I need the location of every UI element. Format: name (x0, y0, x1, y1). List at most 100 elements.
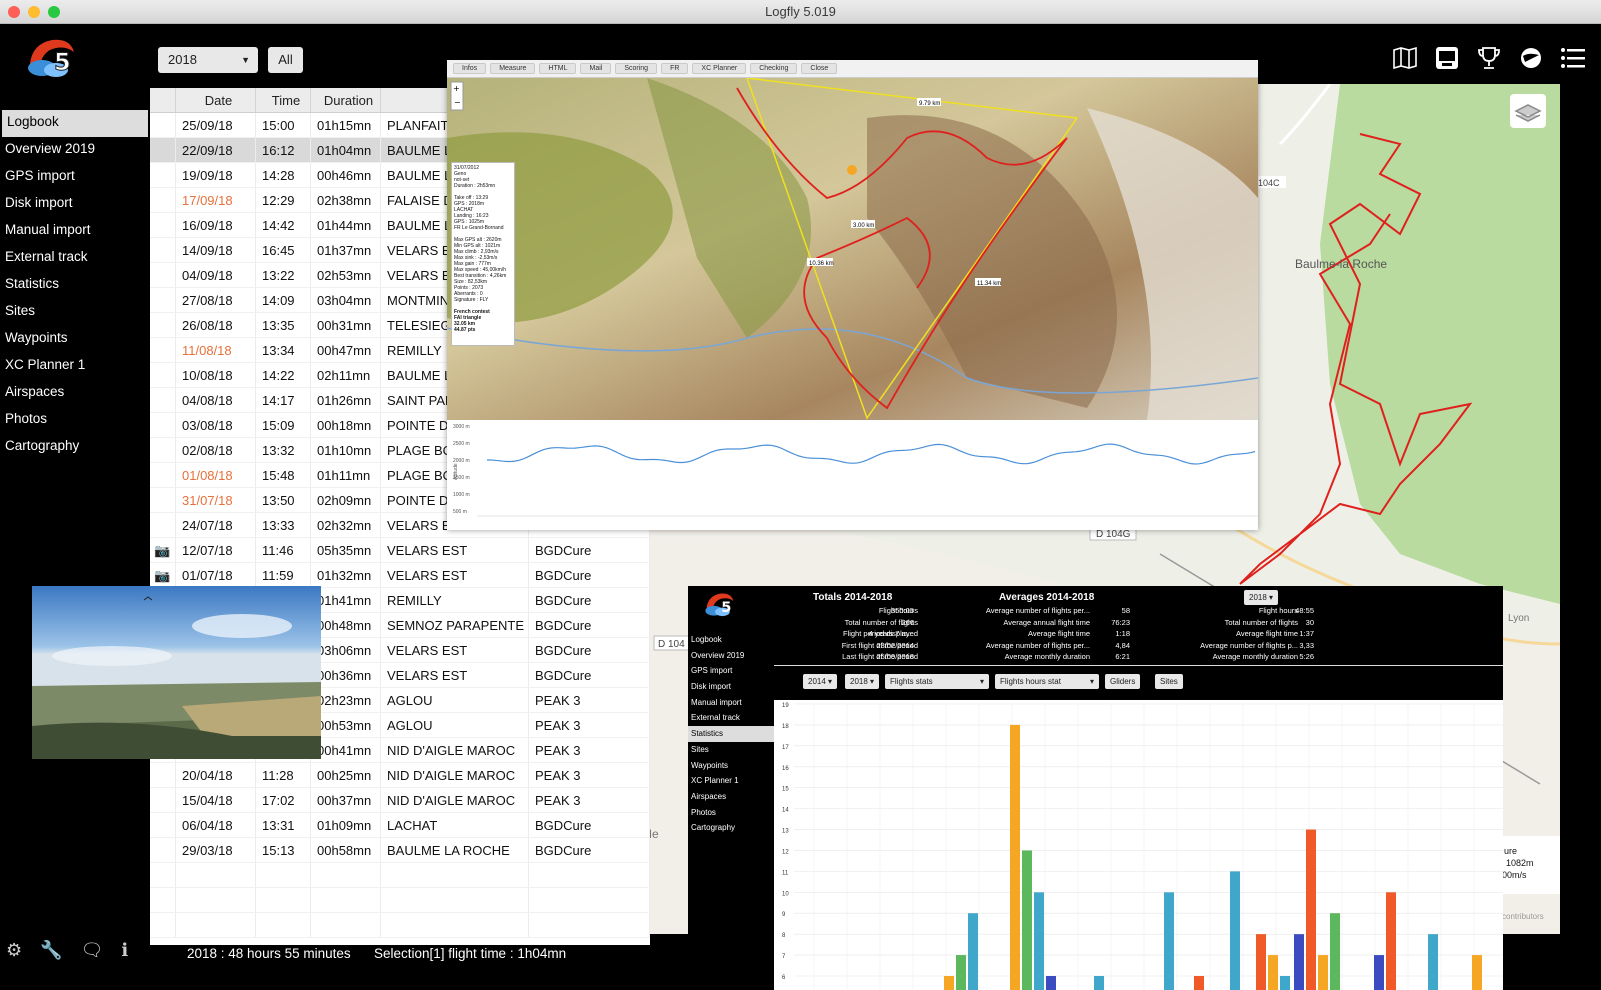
stats-sidebar-item[interactable]: Disk import (688, 679, 776, 695)
stats-sidebar-item[interactable]: Sites (688, 742, 776, 758)
globe-icon[interactable] (1517, 44, 1545, 72)
sites-button[interactable]: Sites (1155, 674, 1183, 689)
settings-icon[interactable]: ⚙ (6, 940, 22, 961)
info-icon[interactable]: ℹ (121, 940, 128, 961)
sidebar-item-logbook[interactable]: Logbook (2, 110, 148, 137)
scoring-button[interactable]: Scoring (615, 63, 658, 74)
sidebar-item-waypoints[interactable]: Waypoints (0, 326, 150, 353)
col-header-duration[interactable]: Duration (311, 88, 381, 112)
stats-sidebar-item[interactable]: Manual import (688, 695, 776, 711)
chart-bar[interactable] (944, 976, 954, 990)
table-row[interactable]: 20/04/18 11:28 00h25mn NID D'AIGLE MAROC PEA… (150, 763, 650, 788)
sidebar-item-overview[interactable]: Overview 2019 (0, 137, 150, 164)
left-stat-select[interactable]: Flights stats ▾ (885, 674, 989, 689)
chart-bar[interactable] (968, 913, 978, 990)
chart-bar[interactable] (1256, 934, 1266, 990)
empty-cell (150, 863, 176, 887)
stats-sidebar-item[interactable]: GPS import (688, 663, 776, 679)
stats-sidebar-item[interactable]: Cartography (688, 820, 776, 836)
html-button[interactable]: HTML (539, 63, 577, 74)
chart-bar[interactable] (1306, 829, 1316, 990)
sidebar-item-gps-import[interactable]: GPS import (0, 164, 150, 191)
chart-bar[interactable] (956, 955, 966, 990)
stats-sidebar-item[interactable]: Waypoints (688, 758, 776, 774)
gps-device-icon[interactable] (1433, 44, 1461, 72)
col-header-photo[interactable] (150, 88, 176, 112)
right-stat-select[interactable]: Flights hours stat ▾ (995, 674, 1099, 689)
flights-chart[interactable]: 19 18 17 16 15 14 13 12 11 10 9 8 7 6 (774, 700, 1503, 990)
chat-icon[interactable]: 🗨 (81, 940, 104, 961)
sidebar-item-cartography[interactable]: Cartography (0, 434, 150, 461)
table-row[interactable]: 📷 01/07/18 11:59 01h32mn VELARS EST BGDCure (150, 563, 650, 588)
chart-bar[interactable] (1010, 724, 1020, 990)
map-label-d104: D 104 (658, 639, 685, 650)
stats-sidebar-item[interactable]: Photos (688, 805, 776, 821)
altitude-profile[interactable]: 3000 m 2500 m 2000 m 1500 m 1000 m 500 m… (447, 420, 1258, 530)
stats-sidebar-item[interactable]: XC Planner 1 (688, 773, 776, 789)
stats-sidebar-item[interactable]: Statistics (688, 726, 776, 742)
chart-bar[interactable] (1046, 976, 1056, 990)
chart-bar[interactable] (1472, 955, 1482, 990)
empty-cell (529, 888, 650, 912)
to-year-select[interactable]: 2018 ▾ (845, 674, 880, 689)
stats-sidebar-item[interactable]: Airspaces (688, 789, 776, 805)
table-row[interactable]: 06/04/18 13:31 01h09mn LACHAT BGDCure (150, 813, 650, 838)
infos-button[interactable]: Infos (453, 63, 487, 74)
table-row[interactable]: 29/03/18 15:13 00h58mn BAULME LA ROCHE BGDCu… (150, 838, 650, 863)
chart-bar[interactable] (1294, 934, 1304, 990)
col-header-date[interactable]: Date (176, 88, 256, 112)
chart-bar[interactable] (1386, 892, 1396, 990)
sidebar: Logbook Overview 2019 GPS import Disk im… (0, 110, 150, 461)
xc-planner-button[interactable]: XC Planner (692, 63, 747, 74)
all-button[interactable]: All (268, 47, 303, 73)
gliders-button[interactable]: Gliders (1105, 674, 1141, 689)
sidebar-item-external-track[interactable]: External track (0, 245, 150, 272)
col-header-time[interactable]: Time (256, 88, 311, 112)
menu-icon[interactable] (1559, 44, 1587, 72)
table-row[interactable]: 📷 12/07/18 11:46 05h35mn VELARS EST BGDCure (150, 538, 650, 563)
zoom-in-icon[interactable]: + (453, 84, 460, 93)
sidebar-item-manual-import[interactable]: Manual import (0, 218, 150, 245)
stats-sidebar-item[interactable]: Overview 2019 (688, 648, 776, 664)
stats-year-select[interactable]: 2018 ▾ (1244, 590, 1279, 605)
chart-ytick: 10 (782, 891, 789, 897)
from-year-select[interactable]: 2014 ▾ (803, 674, 838, 689)
close-button[interactable]: Close (801, 63, 838, 74)
photo-icon[interactable]: 📷 (150, 538, 176, 562)
stats-sidebar-item[interactable]: External track (688, 710, 776, 726)
chart-bar[interactable] (1230, 871, 1240, 990)
sidebar-item-xc-planner[interactable]: XC Planner 1 (0, 353, 150, 380)
chart-bar[interactable] (1280, 976, 1290, 990)
trophy-icon[interactable] (1475, 44, 1503, 72)
stats-sidebar-item[interactable]: Logbook (688, 632, 776, 648)
chart-bar[interactable] (1022, 850, 1032, 990)
sidebar-item-disk-import[interactable]: Disk import (0, 191, 150, 218)
photo-icon[interactable]: 📷 (150, 563, 176, 587)
chart-bar[interactable] (1194, 976, 1204, 990)
checking-button[interactable]: Checking (750, 63, 798, 74)
sidebar-item-photos[interactable]: Photos (0, 407, 150, 434)
topo-map[interactable]: 9.79 km 3.00 km 10.36 km 11.34 km + − 31… (447, 78, 1258, 420)
cell-time: 15:00 (256, 113, 311, 137)
chart-bar[interactable] (1318, 955, 1328, 990)
chart-bar[interactable] (1094, 976, 1104, 990)
chart-bar[interactable] (1374, 955, 1384, 990)
sidebar-item-statistics[interactable]: Statistics (0, 272, 150, 299)
chart-bar[interactable] (1330, 913, 1340, 990)
flight-photo[interactable] (32, 586, 321, 759)
chart-ytick: 6 (782, 975, 786, 981)
year-select[interactable]: 2018 ▼ (158, 47, 258, 73)
league-select[interactable]: FR (661, 63, 689, 74)
chart-bar[interactable] (1164, 892, 1174, 990)
sidebar-item-airspaces[interactable]: Airspaces (0, 380, 150, 407)
measure-button[interactable]: Measure (490, 63, 536, 74)
tools-icon[interactable]: 🔧 (40, 940, 62, 961)
sidebar-item-sites[interactable]: Sites (0, 299, 150, 326)
map-book-icon[interactable] (1391, 44, 1419, 72)
mail-button[interactable]: Mail (580, 63, 612, 74)
chart-bar[interactable] (1268, 955, 1278, 990)
table-row[interactable]: 15/04/18 17:02 00h37mn NID D'AIGLE MAROC PEA… (150, 788, 650, 813)
zoom-out-icon[interactable]: − (454, 98, 461, 107)
chart-bar[interactable] (1034, 892, 1044, 990)
chart-bar[interactable] (1428, 934, 1438, 990)
